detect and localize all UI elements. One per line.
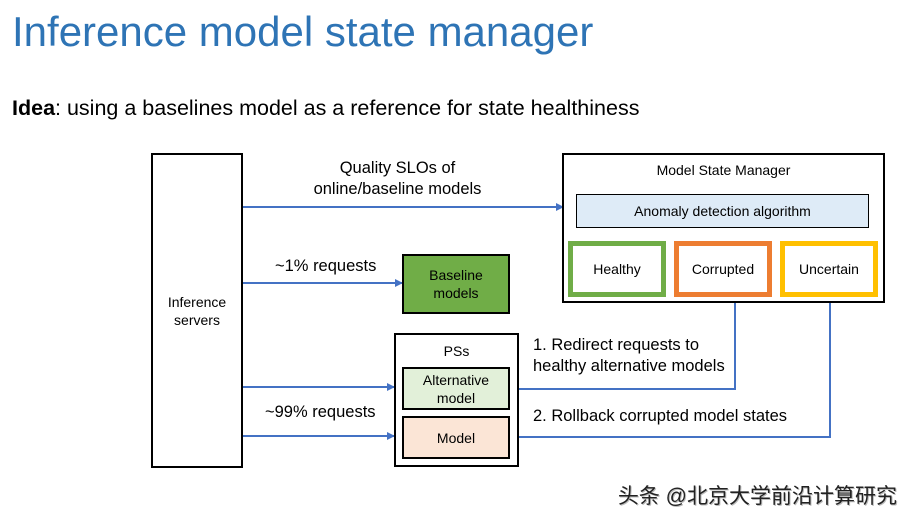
model-label: Model <box>436 429 476 446</box>
watermark: 头条 @北京大学前沿计算研究 <box>617 485 897 508</box>
state-uncertain-box: Uncertain <box>780 241 878 297</box>
ninety-nine-percent-label: ~99% requests <box>265 403 376 421</box>
anomaly-detection-label: Anomaly detection algorithm <box>634 203 811 219</box>
state-corrupted-box: Corrupted <box>674 241 772 297</box>
baseline-models-label: Baseline models <box>429 267 483 301</box>
alternative-model-box: Alternative model <box>402 367 510 410</box>
redirect-label: 1. Redirect requests to healthy alternat… <box>533 335 725 377</box>
one-percent-label: ~1% requests <box>275 257 377 275</box>
state-healthy-box: Healthy <box>568 241 666 297</box>
quality-slos-line1: Quality SLOs of <box>339 159 456 177</box>
quality-slos-line2: online/baseline models <box>313 180 482 198</box>
alternative-model-label: Alternative model <box>422 371 490 406</box>
inference-servers-box: Inference servers <box>151 153 243 468</box>
pss-label: PSs <box>443 343 470 359</box>
state-uncertain-label: Uncertain <box>799 261 859 277</box>
model-box: Model <box>402 416 510 459</box>
rollback-label: 2. Rollback corrupted model states <box>533 407 788 425</box>
redirect-line1: 1. Redirect requests to <box>533 336 699 354</box>
state-healthy-label: Healthy <box>593 261 641 277</box>
inference-servers-label: Inference servers <box>167 293 227 328</box>
anomaly-detection-box: Anomaly detection algorithm <box>576 194 869 228</box>
quality-slos-label: Quality SLOs of online/baseline models <box>300 158 495 200</box>
baseline-models-box: Baseline models <box>402 254 510 314</box>
redirect-line2: healthy alternative models <box>533 357 725 375</box>
model-state-manager-label: Model State Manager <box>656 162 791 178</box>
state-corrupted-label: Corrupted <box>691 261 755 277</box>
